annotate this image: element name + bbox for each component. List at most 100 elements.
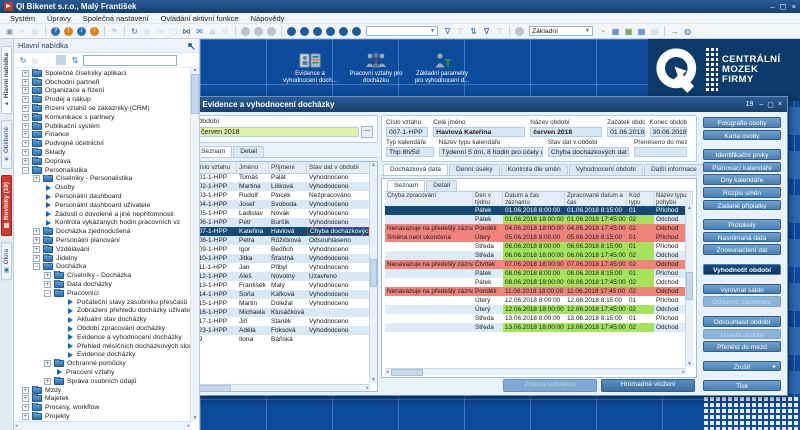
attendance-row[interactable]: Nenavazuje na předešlý záznam Pondělí 11… [385, 287, 685, 296]
attendance-row[interactable]: Středa 06.06.2018 8:00:00 06.06.2018 8:1… [385, 242, 685, 251]
employee-row[interactable]: 009-1-HPP Igor Bedřich Vyhodnoceno [200, 245, 369, 254]
side-tab[interactable]: ▸Hlavní nabídka [1, 46, 12, 114]
tree-item[interactable]: + Organizace a řízení [14, 87, 199, 96]
tree-expander[interactable] [55, 307, 62, 314]
column-header[interactable]: Chyba zpracování [385, 192, 473, 206]
menu-item[interactable]: Úpravy [41, 14, 77, 23]
side-tab[interactable]: ★Oblíbené [1, 120, 12, 169]
tree-item[interactable]: + Personální plánování [14, 236, 199, 245]
attendance-row[interactable]: Středa 13.06.2018 8:00:00 13.06.2018 8:1… [385, 314, 685, 323]
filter-off-icon[interactable]: ∇ [455, 26, 466, 37]
tree-item[interactable]: + Finance [14, 131, 199, 140]
pie-chart-icon[interactable]: ◔ [597, 26, 608, 37]
separator[interactable] [235, 26, 236, 36]
tree-item[interactable]: Kontrola vykázaných hodin pracovních vz [14, 219, 199, 228]
flag-icon[interactable]: ⚑ [109, 26, 120, 37]
help-icon[interactable]: ? [51, 27, 60, 36]
tree-item[interactable]: Období zpracování docházky [14, 324, 199, 333]
tree-item[interactable]: Aktuální stav docházky [14, 315, 199, 324]
attendance-tab[interactable]: Kontrola dle směn [501, 164, 568, 175]
tree-item[interactable]: + Publikační systém [14, 122, 199, 131]
tree-expander[interactable]: + [22, 140, 29, 147]
tree-item[interactable]: + Číselníky - Docházka [14, 271, 199, 280]
employee-row[interactable]: 012-1-HPP Aleš Novotný Uzavřeno [200, 272, 369, 281]
action-button[interactable]: Přenést do mezd [703, 341, 781, 352]
action-button[interactable]: Odsunutí zásobníku [703, 296, 781, 307]
tree-vertical-scrollbar[interactable]: ▲▼ [190, 67, 199, 421]
employee-row[interactable]: 001-1-HPP Tomáš Palát Vyhodnoceno [200, 173, 369, 182]
tree-item[interactable]: Počáteční stavy zásobníku přesčasů [14, 298, 199, 307]
tree-item[interactable]: − Personalistika [14, 166, 199, 175]
tree-expander[interactable]: + [33, 255, 40, 262]
tree-expander[interactable]: + [33, 246, 40, 253]
attendance-grid-vscrollbar[interactable]: ▲▼ [685, 205, 693, 367]
tree-item[interactable]: + Číselníky - Personalistika [14, 175, 199, 184]
tree-expander[interactable]: + [22, 123, 29, 130]
tree-item[interactable]: + Ochranné pomůcky [14, 359, 199, 368]
tree-expander[interactable] [33, 219, 40, 226]
nav3-icon[interactable] [313, 27, 322, 36]
tree-item[interactable]: + Jídelny [14, 254, 199, 263]
chart1-icon[interactable]: ▦ [610, 26, 621, 37]
action-button[interactable]: Nasnímaná data [703, 232, 781, 243]
scroll-right-icon[interactable]: ▸ [682, 369, 685, 375]
employee-row[interactable]: 017-1-HPP Jiří Staněk Vyhodnoceno [200, 317, 369, 326]
separator[interactable] [509, 26, 510, 36]
tree-expander[interactable] [33, 184, 40, 191]
profile-combobox[interactable]: Základní ▼ [529, 26, 593, 36]
stop2-icon[interactable] [267, 27, 276, 36]
tree-item[interactable]: + Data docházky [14, 280, 199, 289]
attendance-row[interactable]: Pátek 01.06.2018 18:00:00 01.06.2018 17:… [385, 215, 685, 224]
footer-button[interactable]: Změna schválení [503, 379, 597, 392]
action-button[interactable]: Plánovací kalendáře [703, 162, 781, 173]
tree-expander[interactable]: + [22, 87, 29, 94]
separator[interactable] [56, 55, 66, 65]
scroll-up-icon[interactable]: ▲ [371, 162, 376, 168]
tree-item[interactable]: + Společné číselníky aplikací [14, 69, 199, 78]
employee-row[interactable]: 016-1-HPP Michaela Klusáčková [200, 308, 369, 317]
employee-row[interactable]: 013-1-HPP František Malý Vyhodnoceno [200, 281, 369, 290]
employee-row[interactable]: 010-1-HPP Jitka Šťastná Vyhodnoceno [200, 254, 369, 263]
attendance-row[interactable]: Nenavazuje na předešlý záznam Čtvrtek 07… [385, 260, 685, 269]
tree-search-input[interactable] [83, 55, 177, 66]
tree-expander[interactable]: + [22, 70, 29, 77]
chart2-icon[interactable]: ▦ [623, 26, 634, 37]
home-icon[interactable]: ⌂ [207, 26, 218, 37]
list-icon[interactable]: ▤ [30, 55, 40, 66]
action-button[interactable]: Fotografie osoby [703, 117, 781, 128]
tree-item[interactable]: − Pracovníci [14, 289, 199, 298]
employee-row[interactable]: 015-1-HPP Martin Doležal Vyhodnoceno [200, 299, 369, 308]
side-tab[interactable]: ▣Okna [1, 242, 12, 280]
attendance-row[interactable]: Nenavazuje na předešlý záznam Pondělí 04… [385, 224, 685, 233]
mail-icon[interactable]: ✉ [194, 26, 205, 37]
menu-item[interactable]: Systém [4, 14, 41, 23]
period-field[interactable]: červen 2018 [200, 127, 359, 137]
sort-icon[interactable]: ⇅ [70, 55, 80, 66]
tasks-icon[interactable]: i [90, 27, 99, 36]
minimize-button[interactable]: – [770, 2, 774, 11]
tree-expander[interactable]: + [44, 378, 51, 385]
nav5-icon[interactable] [339, 27, 348, 36]
nav2-icon[interactable] [300, 27, 309, 36]
tree-expander[interactable] [55, 325, 62, 332]
employee-row[interactable]: 008-1-HPP Petra Růžičková Odsouhlaseno [200, 236, 369, 245]
tree-expander[interactable]: − [44, 290, 51, 297]
action-button[interactable]: Znovunačtení dat [703, 244, 781, 255]
close-button[interactable]: × [792, 2, 796, 11]
scroll-up-icon[interactable]: ▲ [193, 67, 198, 73]
window-maximize-button[interactable]: ▢ [767, 101, 774, 109]
action-button[interactable]: Odsouhlasit období [703, 316, 781, 327]
column-header[interactable]: Datum a čas záznamu [503, 192, 565, 206]
tree-item[interactable]: + Procesy, workflow [14, 403, 199, 412]
maximize-button[interactable]: ▢ [780, 2, 787, 11]
tab-detail[interactable]: Detail [233, 146, 264, 157]
attendance-row[interactable]: Pátek 08.06.2018 8:00:00 08.06.2018 8:15… [385, 269, 685, 278]
employee-grid-hscrollbar[interactable]: ◂▸ [200, 384, 370, 391]
cut-icon[interactable]: ✂ [17, 26, 28, 37]
filter2-icon[interactable]: ∇ [481, 26, 492, 37]
tree-expander[interactable]: + [33, 228, 40, 235]
attendance-row[interactable]: Úterý 12.06.2018 8:00:00 12.06.2018 8:15… [385, 296, 685, 305]
tree-expander[interactable]: + [22, 404, 29, 411]
scroll-left-icon[interactable]: ◂ [386, 369, 389, 375]
tree-expander[interactable]: + [22, 96, 29, 103]
